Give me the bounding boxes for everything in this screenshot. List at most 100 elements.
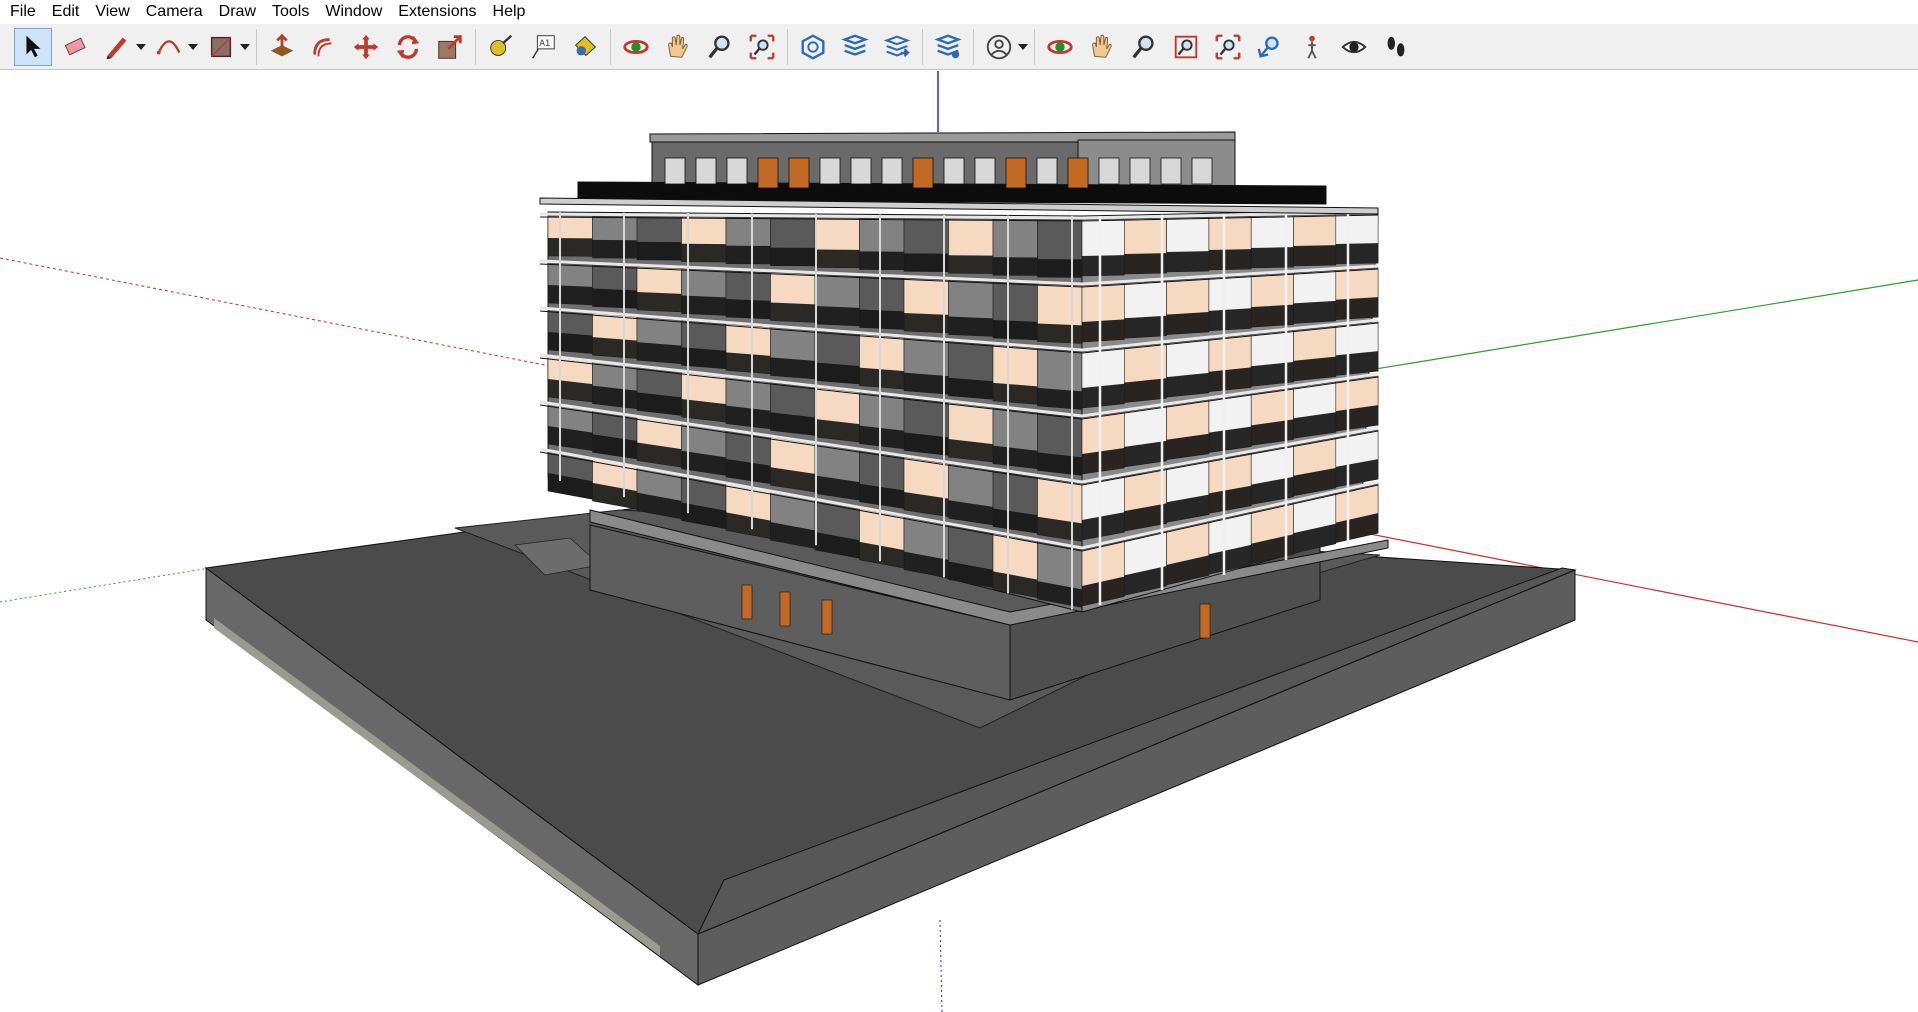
menu-bar: File Edit View Camera Draw Tools Window Extensi… [0,0,1918,24]
menu-file[interactable]: File [0,0,44,24]
menu-edit[interactable]: Edit [44,0,88,24]
balcony-railing [548,238,593,257]
send-to-layout-tool-button[interactable] [878,28,916,66]
red-axis-line [0,257,561,369]
offset-icon [313,37,332,56]
toolbar-separator [973,28,974,65]
previous-view-tool-button[interactable] [1251,28,1289,66]
extension-manager-tool-button[interactable] [929,28,967,66]
orbit-icon-2 [1047,39,1073,54]
balcony-railing [1335,297,1379,320]
text-label-tool-button[interactable]: A1 [524,28,562,66]
main-toolbar: A1 [0,24,1918,70]
orbit-icon [623,39,649,54]
move-icon [353,34,379,59]
menu-draw[interactable]: Draw [211,0,264,24]
push-pull-tool-button[interactable] [263,28,301,66]
balcony-railing [993,320,1038,340]
rectangle-icon [210,36,232,57]
scene-canvas[interactable] [0,71,1918,1012]
select-tool-button[interactable] [14,27,52,66]
zoom-window-tool-button[interactable] [1167,28,1205,66]
tape-measure-tool-button[interactable] [482,28,520,66]
balcony-railing [815,249,860,268]
balcony-railing [904,313,949,333]
rectangle-tool-button[interactable] [202,28,240,66]
toolbar-separator [256,28,257,65]
pencil-line-dropdown-arrow[interactable] [134,28,148,66]
penthouse-window [943,157,965,185]
modeling-viewport[interactable] [0,71,1918,1012]
balcony-railing [904,253,949,272]
account-tool-button[interactable] [980,28,1018,66]
select-icon [26,35,41,57]
balcony-railing [637,292,682,312]
rectangle-dropdown-arrow[interactable] [238,28,252,66]
penthouse-door [788,157,810,189]
chevron-down-icon [1018,43,1028,50]
menu-camera[interactable]: Camera [138,0,211,24]
zoom-tool-button[interactable] [701,28,739,66]
pencil-line-icon [106,37,127,59]
balcony-railing [948,377,993,400]
balcony-railing [726,299,771,319]
balcony-railing [993,382,1038,405]
position-camera-tool-button[interactable] [1293,28,1331,66]
zoom-extents-icon-2 [1215,34,1241,59]
balcony-railing [548,285,593,305]
pencil-line-tool-button[interactable] [98,28,136,66]
eraser-icon [64,37,86,55]
menu-tools[interactable]: Tools [264,0,317,24]
penthouse-window [1098,157,1120,185]
arc-tool-button[interactable] [150,28,188,66]
account-dropdown-arrow[interactable] [1016,28,1030,66]
balcony-railing [993,257,1038,276]
balcony-railing [726,245,771,264]
balcony-railing [1335,243,1379,264]
penthouse-door [757,157,779,189]
balcony-railing [859,367,904,390]
penthouse-window [819,157,841,185]
balcony-railing [1335,351,1379,376]
tape-measure-icon [490,34,513,56]
extension-warehouse-tool-button[interactable] [836,28,874,66]
penthouse-window [881,157,903,185]
penthouse-window [695,157,717,185]
pan-hand-tool-button-2[interactable] [1083,28,1121,66]
zoom-extents-tool-button-2[interactable] [1209,28,1247,66]
penthouse-door [1005,157,1027,189]
menu-extensions[interactable]: Extensions [390,0,484,24]
chevron-down-icon [136,43,146,50]
chevron-down-icon [188,43,198,50]
orbit-tool-button[interactable] [617,28,655,66]
zoom-tool-button-2[interactable] [1125,28,1163,66]
eraser-tool-button[interactable] [56,28,94,66]
toolbar-separator [610,28,611,65]
zoom-extents-icon [749,34,775,59]
move-tool-button[interactable] [347,28,385,66]
penthouse-window [664,157,686,185]
paint-bucket-tool-button[interactable] [566,28,604,66]
penthouse-window [850,157,872,185]
arc-dropdown-arrow[interactable] [186,28,200,66]
rotate-icon [396,34,420,59]
balcony-railing [1082,319,1125,342]
rotate-tool-button[interactable] [389,28,427,66]
zoom-extents-tool-button[interactable] [743,28,781,66]
look-around-tool-button[interactable] [1335,28,1373,66]
menu-view[interactable]: View [87,0,137,24]
warehouse-tool-button[interactable] [794,28,832,66]
pan-hand-tool-button[interactable] [659,28,697,66]
scale-tool-button[interactable] [431,28,469,66]
balcony-railing [1037,323,1082,344]
orbit-tool-button-2[interactable] [1041,28,1079,66]
balcony-railing [1124,253,1167,274]
penthouse-door [1067,157,1089,189]
walk-tool-button[interactable] [1377,28,1415,66]
balcony-railing [859,251,904,270]
offset-tool-button[interactable] [305,28,343,66]
balcony-railing [770,357,815,379]
menu-window[interactable]: Window [317,0,390,24]
menu-help[interactable]: Help [485,0,534,24]
zoom-window-icon [1174,35,1198,58]
